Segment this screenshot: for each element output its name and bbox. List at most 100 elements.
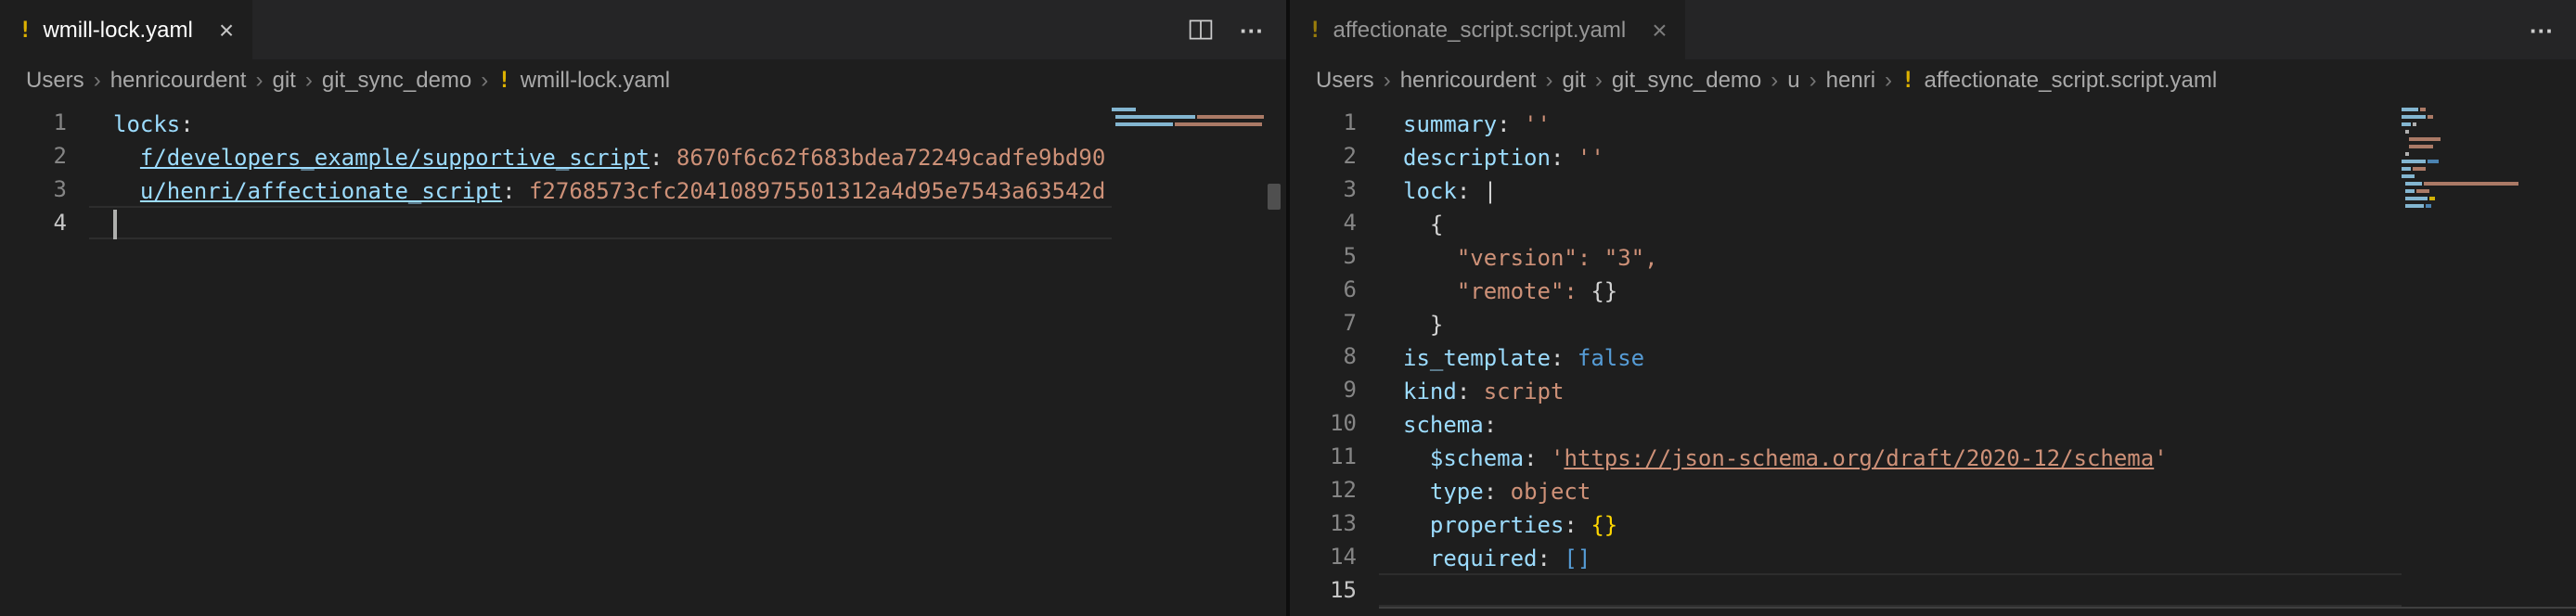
minimap-token bbox=[2405, 182, 2422, 186]
breadcrumb-separator-icon: › bbox=[1771, 67, 1778, 93]
minimap-line bbox=[2402, 160, 2554, 163]
code-token: kind bbox=[1403, 379, 1457, 404]
more-actions-icon[interactable]: ··· bbox=[1240, 16, 1264, 44]
code-token: required bbox=[1430, 545, 1538, 571]
code-token: : bbox=[1551, 345, 1578, 371]
code-token: lock bbox=[1403, 178, 1457, 204]
more-actions-icon[interactable]: ··· bbox=[2530, 16, 2554, 44]
code-token: https://json-schema.org/draft/2020-12/sc… bbox=[1564, 445, 2154, 471]
code-line[interactable]: summary: '' bbox=[1379, 106, 2550, 139]
code-token: { bbox=[1403, 212, 1443, 237]
code-token: false bbox=[1578, 345, 1644, 371]
close-tab-icon[interactable]: × bbox=[219, 17, 234, 43]
breadcrumb-separator-icon: › bbox=[481, 67, 488, 93]
scrollbar-cursor-marker[interactable] bbox=[1268, 184, 1281, 210]
code-content: summary: ''description: ''lock: | { "ver… bbox=[1290, 106, 2550, 607]
code-content: locks: f/developers_example/supportive_s… bbox=[0, 106, 1260, 239]
minimap-token bbox=[2405, 204, 2424, 208]
minimap-token bbox=[2402, 122, 2411, 126]
minimap[interactable] bbox=[2402, 100, 2554, 616]
code-line[interactable]: description: '' bbox=[1379, 139, 2550, 173]
code-token bbox=[1403, 479, 1430, 505]
code-line[interactable]: is_template: false bbox=[1379, 340, 2550, 373]
breadcrumb-separator-icon: › bbox=[305, 67, 313, 93]
code-line[interactable]: f/developers_example/supportive_script: … bbox=[89, 139, 1260, 173]
minimap-line bbox=[1115, 115, 1264, 119]
code-line[interactable]: "remote": {} bbox=[1379, 273, 2550, 306]
breadcrumb-file[interactable]: !wmill-lock.yaml bbox=[497, 67, 670, 93]
code-token: f/developers_example/supportive_script bbox=[140, 145, 650, 171]
code-token: f2768573cfc204108975501312a4d95e7543a635… bbox=[529, 178, 1105, 204]
breadcrumb-item[interactable]: git_sync_demo bbox=[322, 67, 471, 93]
yaml-file-icon: ! bbox=[1901, 67, 1914, 93]
breadcrumb-item[interactable]: git bbox=[1562, 67, 1585, 93]
code-line[interactable]: $schema: 'https://json-schema.org/draft/… bbox=[1379, 440, 2550, 473]
yaml-file-icon: ! bbox=[497, 67, 510, 93]
minimap-token bbox=[1175, 122, 1262, 126]
text-cursor bbox=[113, 210, 117, 239]
minimap-token bbox=[2409, 145, 2433, 148]
editor-actions-left: ··· bbox=[1166, 0, 1286, 59]
code-line[interactable]: "version": "3", bbox=[1379, 239, 2550, 273]
breadcrumb-file[interactable]: !affectionate_script.script.yaml bbox=[1901, 67, 2217, 93]
minimap[interactable] bbox=[1112, 100, 1264, 616]
code-token: : bbox=[180, 111, 193, 137]
minimap-line bbox=[2409, 137, 2554, 141]
minimap-line bbox=[2402, 122, 2554, 126]
code-line[interactable]: properties: {} bbox=[1379, 507, 2550, 540]
code-token: [] bbox=[1564, 545, 1591, 571]
minimap-line bbox=[2405, 152, 2554, 156]
breadcrumb-item[interactable]: Users bbox=[26, 67, 84, 93]
minimap-line bbox=[2402, 115, 2554, 119]
code-token: | bbox=[1484, 178, 1497, 204]
editor-group-left: ! wmill-lock.yaml × ··· Users › henricourd… bbox=[0, 0, 1286, 616]
breadcrumb-separator-icon: › bbox=[1384, 67, 1391, 93]
tab-wmill-lock-yaml[interactable]: ! wmill-lock.yaml × bbox=[0, 0, 252, 59]
minimap-line bbox=[2405, 189, 2554, 193]
code-line[interactable]: type: object bbox=[1379, 473, 2550, 507]
code-token bbox=[1403, 278, 1457, 304]
split-editor-icon[interactable] bbox=[1188, 17, 1214, 43]
code-token: object bbox=[1511, 479, 1591, 505]
code-line[interactable]: u/henri/affectionate_script: f2768573cfc… bbox=[89, 173, 1260, 206]
breadcrumb-separator-icon: › bbox=[1810, 67, 1817, 93]
code-line[interactable]: required: [] bbox=[1379, 540, 2550, 573]
code-line[interactable]: lock: | bbox=[1379, 173, 2550, 206]
code-token: : bbox=[502, 178, 529, 204]
minimap-token bbox=[2405, 189, 2415, 193]
code-line[interactable]: schema: bbox=[1379, 406, 2550, 440]
code-token: summary bbox=[1403, 111, 1497, 137]
minimap-token bbox=[2413, 122, 2416, 126]
breadcrumb-item[interactable]: Users bbox=[1316, 67, 1374, 93]
code-line[interactable]: kind: script bbox=[1379, 373, 2550, 406]
minimap-line bbox=[2405, 197, 2554, 200]
minimap-token bbox=[2420, 108, 2426, 111]
breadcrumb-item[interactable]: henricourdent bbox=[110, 67, 247, 93]
code-editor-left[interactable]: 1234 locks: f/developers_example/support… bbox=[0, 100, 1286, 616]
breadcrumb-item[interactable]: git bbox=[272, 67, 295, 93]
code-editor-right[interactable]: 123456789101112131415 summary: ''descrip… bbox=[1290, 100, 2576, 616]
close-tab-icon[interactable]: × bbox=[1652, 17, 1667, 43]
code-token: type bbox=[1430, 479, 1484, 505]
code-line[interactable]: locks: bbox=[89, 106, 1260, 139]
breadcrumb-item[interactable]: henricourdent bbox=[1400, 67, 1537, 93]
breadcrumb-item[interactable]: git_sync_demo bbox=[1612, 67, 1761, 93]
code-line[interactable]: { bbox=[1379, 206, 2550, 239]
code-line[interactable] bbox=[1379, 573, 2550, 607]
vscode-editor-area: ! wmill-lock.yaml × ··· Users › henricourd… bbox=[0, 0, 2576, 616]
breadcrumb-item[interactable]: u bbox=[1787, 67, 1799, 93]
minimap-line bbox=[2405, 204, 2554, 208]
code-token: "version": "3", bbox=[1457, 245, 1658, 271]
code-token: '' bbox=[1578, 145, 1604, 171]
minimap-token bbox=[1112, 108, 1136, 111]
editor-group-right: ! affectionate_script.script.yaml × ··· … bbox=[1290, 0, 2576, 616]
minimap-line bbox=[2405, 130, 2554, 134]
code-token: {} bbox=[1591, 512, 1617, 538]
minimap-token bbox=[2428, 115, 2433, 119]
code-line[interactable] bbox=[89, 206, 1260, 239]
breadcrumb-item[interactable]: henri bbox=[1826, 67, 1875, 93]
tab-affectionate-script-yaml[interactable]: ! affectionate_script.script.yaml × bbox=[1290, 0, 1686, 59]
breadcrumb-separator-icon: › bbox=[1885, 67, 1892, 93]
code-line[interactable]: } bbox=[1379, 306, 2550, 340]
minimap-token bbox=[2409, 137, 2441, 141]
